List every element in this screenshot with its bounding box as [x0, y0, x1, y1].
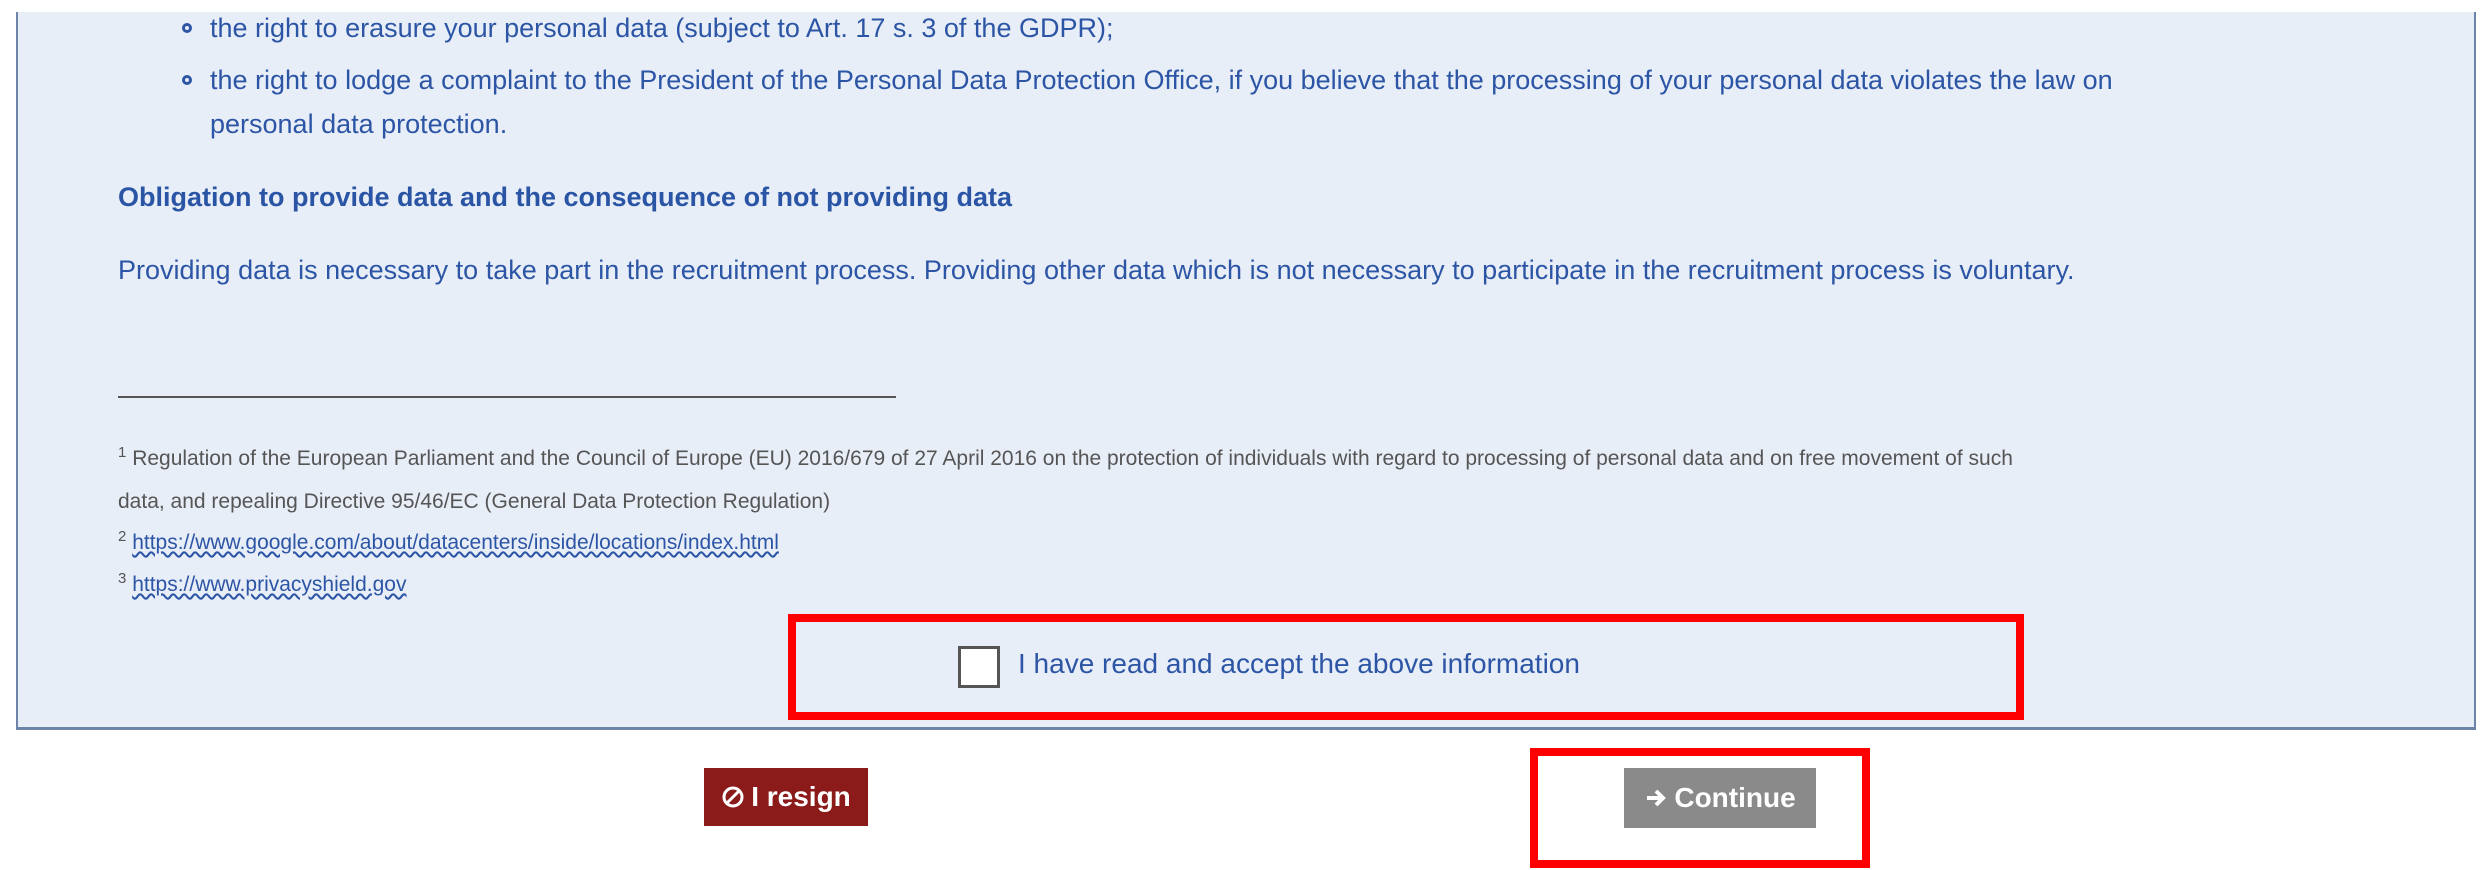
footnote-number: 3: [118, 570, 127, 587]
footnote-3: 3 https://www.privacyshield.gov: [118, 570, 406, 597]
right-to-erasure-text: the right to erasure your personal data …: [210, 13, 1114, 43]
arrow-right-icon: [1644, 786, 1668, 810]
obligation-text: Providing data is necessary to take part…: [118, 255, 2075, 285]
resign-button[interactable]: I resign: [704, 768, 868, 826]
obligation-heading: Obligation to provide data and the conse…: [118, 182, 1013, 212]
list-bullet-icon: [182, 23, 192, 33]
consent-label[interactable]: I have read and accept the above informa…: [1018, 648, 1580, 680]
footnote-2: 2 https://www.google.com/about/datacente…: [118, 528, 779, 555]
privacyshield-link[interactable]: https://www.privacyshield.gov: [132, 573, 406, 596]
footnote-1: 1 Regulation of the European Parliament …: [118, 444, 2013, 471]
footnote-number: 2: [118, 528, 127, 545]
footnote-number: 1: [118, 444, 127, 461]
continue-button-label: Continue: [1674, 782, 1796, 813]
datacenters-link[interactable]: https://www.google.com/about/datacenters…: [132, 531, 779, 554]
footnote-text: Regulation of the European Parliament an…: [132, 447, 2013, 470]
resign-button-label: I resign: [751, 781, 851, 812]
ban-icon: [721, 785, 745, 809]
consent-checkbox[interactable]: [958, 646, 1000, 688]
footnote-divider: [118, 396, 896, 398]
list-bullet-icon: [182, 75, 192, 85]
right-to-complaint-text: the right to lodge a complaint to the Pr…: [210, 65, 2113, 95]
page: the right to erasure your personal data …: [0, 0, 2484, 870]
continue-button[interactable]: Continue: [1624, 768, 1816, 828]
footnote-1-cont: data, and repealing Directive 95/46/EC (…: [118, 490, 831, 513]
right-to-complaint-text-cont: personal data protection.: [210, 109, 508, 139]
